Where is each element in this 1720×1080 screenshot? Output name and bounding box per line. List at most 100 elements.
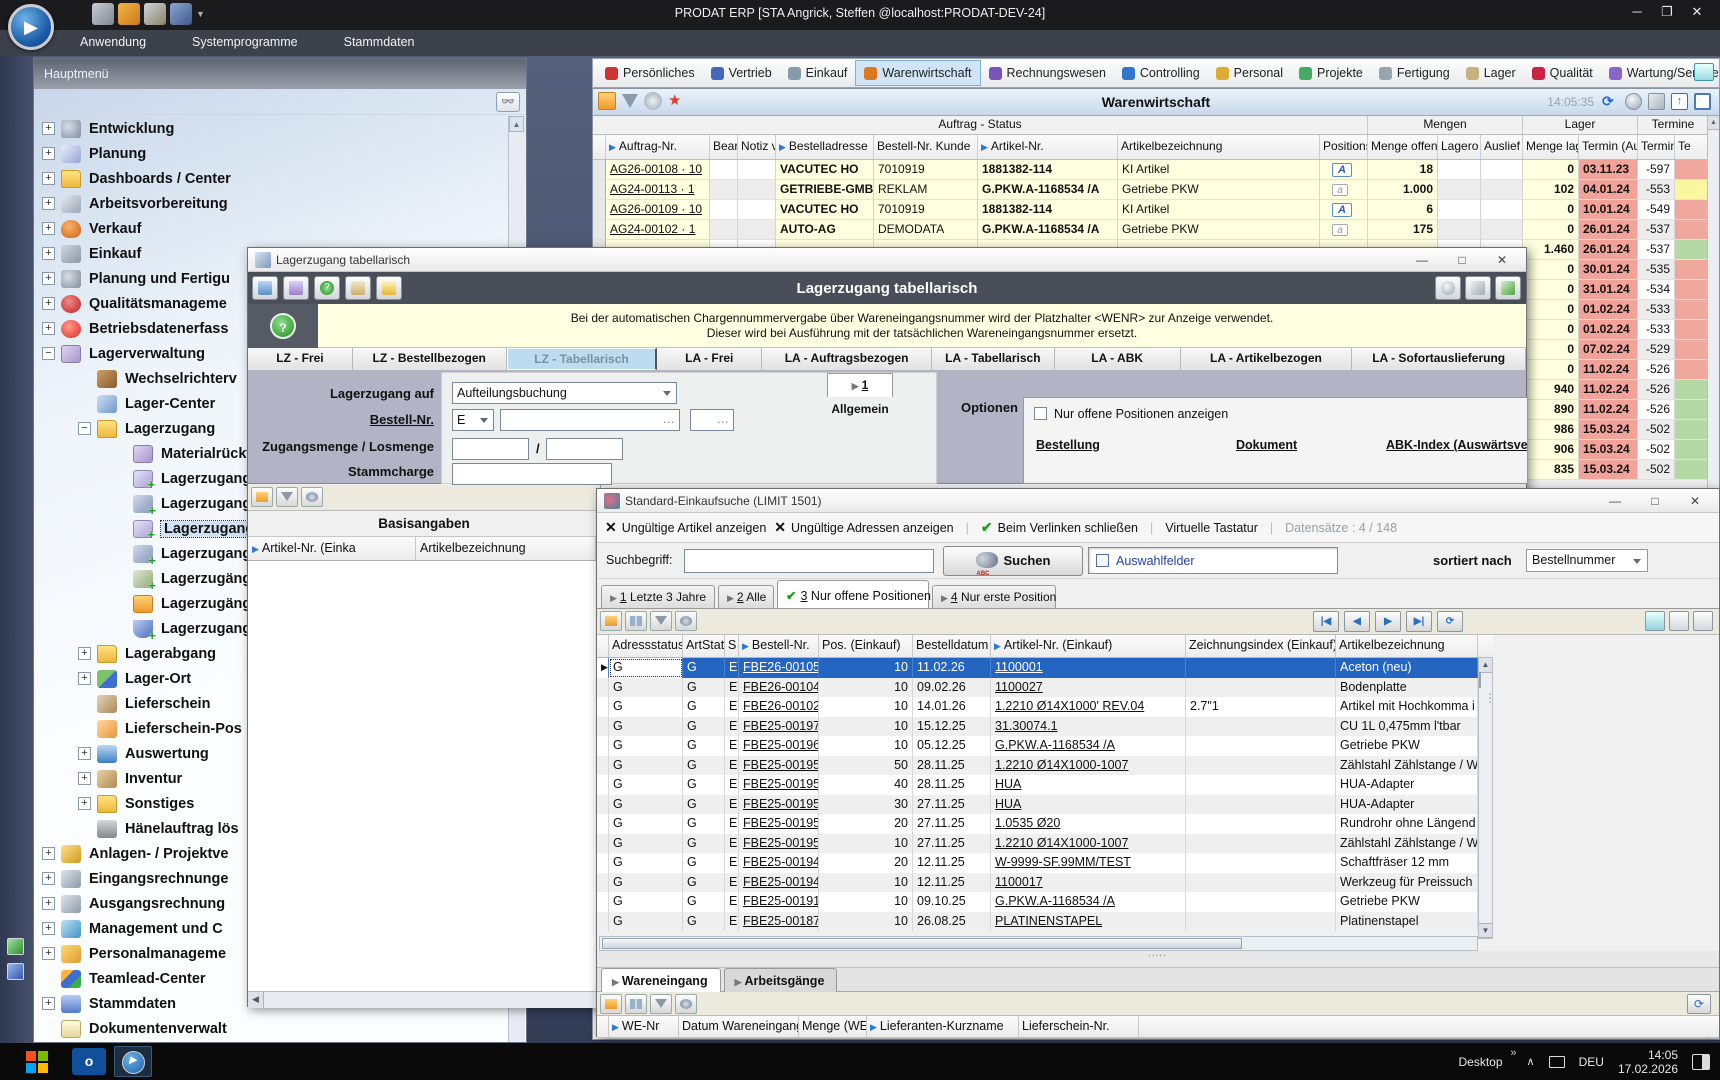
clock-icon[interactable] xyxy=(1625,93,1642,110)
we-column-marker[interactable] xyxy=(597,1016,609,1038)
pane-splitter[interactable]: ''''' xyxy=(597,951,1719,968)
next-record-button[interactable]: ▶ xyxy=(1375,611,1401,632)
tab-vertrieb[interactable]: Vertrieb xyxy=(703,60,780,86)
help-button[interactable]: ? xyxy=(248,304,318,348)
filter-tab-1[interactable]: ▶1 Letzte 3 Jahre xyxy=(601,585,715,608)
filter-remove-icon[interactable] xyxy=(276,487,298,507)
anr-link[interactable]: 1.2210 Ø14X1000' REV.04 xyxy=(995,699,1144,713)
we-column-we-nr[interactable]: ▶WE-Nr xyxy=(609,1016,679,1038)
auftrag-link[interactable]: AG24-00102 · 1 xyxy=(610,222,695,236)
bnr-link[interactable]: FBE25-00197 xyxy=(743,719,819,733)
first-record-button[interactable]: |◀ xyxy=(1313,611,1339,632)
scroll-up-icon[interactable]: ▲ xyxy=(1708,116,1719,130)
anr-link[interactable]: 1.2210 Ø14X1000-1007 xyxy=(995,836,1128,850)
anr-link[interactable]: 1.0535 Ø20 xyxy=(995,816,1060,830)
new-window-icon[interactable] xyxy=(1694,63,1714,81)
allgemein-tab[interactable]: ▶1 Allgemein xyxy=(827,373,893,397)
sidebar-item-dokumentenverwalt[interactable]: Dokumentenverwalt xyxy=(34,1016,510,1041)
anr-link[interactable]: HUA xyxy=(995,777,1021,791)
help-icon[interactable]: ? xyxy=(314,276,340,300)
bestellnr-label[interactable]: Bestell-Nr. xyxy=(370,412,434,427)
se-table-row[interactable]: ▶GGEFBE26-001051011.02.261100001Aceton (… xyxy=(597,658,1493,678)
bestellnr-prefix-select[interactable]: E xyxy=(452,409,494,431)
ww-column-bnrk[interactable]: Bestell-Nr. Kunde xyxy=(874,135,978,159)
ww-column-moffen[interactable]: Menge offen xyxy=(1368,135,1438,159)
expand-icon[interactable]: + xyxy=(78,647,91,660)
toolbar-ungültige-adressen-anzeigen[interactable]: ✕Ungültige Adressen anzeigen xyxy=(774,519,953,536)
tray-expand-icon[interactable]: ∧ xyxy=(1527,1055,1535,1068)
lz-tab-la-tabellarisch[interactable]: LA - Tabellarisch xyxy=(932,348,1055,370)
se-table-row[interactable]: GGEFBE26-001041009.02.261100027Bodenplat… xyxy=(597,678,1493,698)
se-table-row[interactable]: GGEFBE25-001971015.12.2531.30074.1CU 1L … xyxy=(597,717,1493,737)
tab-projekte[interactable]: Projekte xyxy=(1291,60,1371,86)
sidebar-item-planung[interactable]: +Planung xyxy=(34,141,510,166)
close-button[interactable]: ✕ xyxy=(1482,248,1522,272)
we-column-datum-wareneingang[interactable]: Datum Wareneingang xyxy=(679,1016,799,1038)
anr-link[interactable]: G.PKW.A-1168534 /A xyxy=(995,894,1115,908)
bestellung-link[interactable]: Bestellung xyxy=(1036,438,1100,452)
ww-table-row[interactable]: AG26-00109 · 10VACUTEC HO70109191881382-… xyxy=(593,200,1719,220)
se-table-row[interactable]: GGEFBE25-001952027.11.251.0535 Ø20Rundro… xyxy=(597,814,1493,834)
sidebar-item-dashboards-center[interactable]: +Dashboards / Center xyxy=(34,166,510,191)
lz-tab-la-sofortauslieferung[interactable]: LA - Sofortauslieferung xyxy=(1352,348,1526,370)
expand-icon[interactable]: + xyxy=(42,997,55,1010)
bnr-link[interactable]: FBE26-00105 xyxy=(743,660,819,674)
filter-tab-4[interactable]: ▶4 Nur erste Position xyxy=(932,585,1056,608)
se-column-bnr[interactable]: ▶Bestell-Nr. xyxy=(739,635,819,657)
anr-link[interactable]: 1100017 xyxy=(995,875,1043,889)
lz-tab-la-artikelbezogen[interactable]: LA - Artikelbezogen xyxy=(1181,348,1353,370)
position-type-icon[interactable]: a xyxy=(1332,224,1348,236)
windows-icon[interactable] xyxy=(252,276,278,300)
bestellnr-pos-input[interactable]: … xyxy=(690,409,734,431)
start-button[interactable] xyxy=(26,1051,48,1073)
anr-link[interactable]: HUA xyxy=(995,797,1021,811)
expand-icon[interactable]: + xyxy=(42,172,55,185)
menu-systemprogramme[interactable]: Systemprogramme xyxy=(178,30,312,54)
table-vscrollbar[interactable]: ▲ ▼ xyxy=(1478,657,1493,939)
expand-icon[interactable]: + xyxy=(42,147,55,160)
se-column-m[interactable] xyxy=(597,635,609,657)
table-icon[interactable] xyxy=(600,994,622,1014)
lz-tab-la-abk[interactable]: LA - ABK xyxy=(1055,348,1181,370)
stammcharge-input[interactable] xyxy=(452,463,612,485)
position-type-icon[interactable]: A xyxy=(1332,203,1352,217)
search-icon[interactable] xyxy=(675,994,697,1014)
position-type-icon[interactable]: a xyxy=(1332,184,1348,196)
bottom-tab-wareneingang[interactable]: ▶Wareneingang xyxy=(601,968,721,992)
toolbar-ungültige-artikel-anzeigen[interactable]: ✕Ungültige Artikel anzeigen xyxy=(605,519,766,536)
ww-column-bez[interactable]: Artikelbezeichnung xyxy=(1118,135,1320,159)
cube-icon[interactable] xyxy=(1465,276,1491,300)
maximize-button[interactable]: ❐ xyxy=(1652,4,1682,20)
minimize-button[interactable]: ─ xyxy=(1622,4,1652,19)
close-button[interactable]: ✕ xyxy=(1682,4,1712,20)
scroll-handle[interactable] xyxy=(602,938,1242,949)
overflow-icon[interactable]: » xyxy=(1510,1047,1516,1059)
ww-column-bear[interactable]: Bear xyxy=(710,135,738,159)
se-table-row[interactable]: GGEFBE25-001942012.11.25W-9999-SF.99MM/T… xyxy=(597,853,1493,873)
se-table-row[interactable]: GGEFBE25-001955028.11.251.2210 Ø14X1000-… xyxy=(597,756,1493,776)
bnr-link[interactable]: FBE25-00195 xyxy=(743,777,819,791)
search-icon[interactable] xyxy=(301,487,323,507)
bnr-link[interactable]: FBE25-00195 xyxy=(743,816,819,830)
se-column-a[interactable]: Adressstatus xyxy=(609,635,683,657)
sidebar-item-arbeitsvorbereitung[interactable]: +Arbeitsvorbereitung xyxy=(34,191,510,216)
se-column-pos[interactable]: Pos. (Einkauf) xyxy=(819,635,913,657)
expand-icon[interactable]: + xyxy=(42,247,55,260)
se-table-row[interactable]: GGEFBE25-001954028.11.25HUAHUA-Adapter xyxy=(597,775,1493,795)
auftrag-link[interactable]: AG24-00113 · 1 xyxy=(610,182,695,196)
auswahlfelder-checkbox[interactable] xyxy=(1096,554,1109,567)
suchen-button[interactable]: Suchen xyxy=(943,546,1083,576)
toolbar-beim-verlinken-schließen[interactable]: ✔Beim Verlinken schließen xyxy=(981,519,1138,536)
scroll-left-icon[interactable]: ◀ xyxy=(248,992,264,1008)
bnr-link[interactable]: FBE25-00191 xyxy=(743,894,819,908)
filter-icon[interactable] xyxy=(650,994,672,1014)
se-table-row[interactable]: GGEFBE25-001961005.12.25G.PKW.A-1168534 … xyxy=(597,736,1493,756)
prev-record-button[interactable]: ◀ xyxy=(1344,611,1370,632)
se-column-dat[interactable]: Bestelldatum xyxy=(913,635,991,657)
copy-icon[interactable] xyxy=(283,276,309,300)
layout-icon[interactable] xyxy=(1645,611,1665,631)
anr-link[interactable]: 31.30074.1 xyxy=(995,719,1058,733)
tab-qualit-t[interactable]: Qualität xyxy=(1524,60,1601,86)
anr-link[interactable]: W-9999-SF.99MM/TEST xyxy=(995,855,1131,869)
blue-tool-icon[interactable] xyxy=(7,963,24,980)
